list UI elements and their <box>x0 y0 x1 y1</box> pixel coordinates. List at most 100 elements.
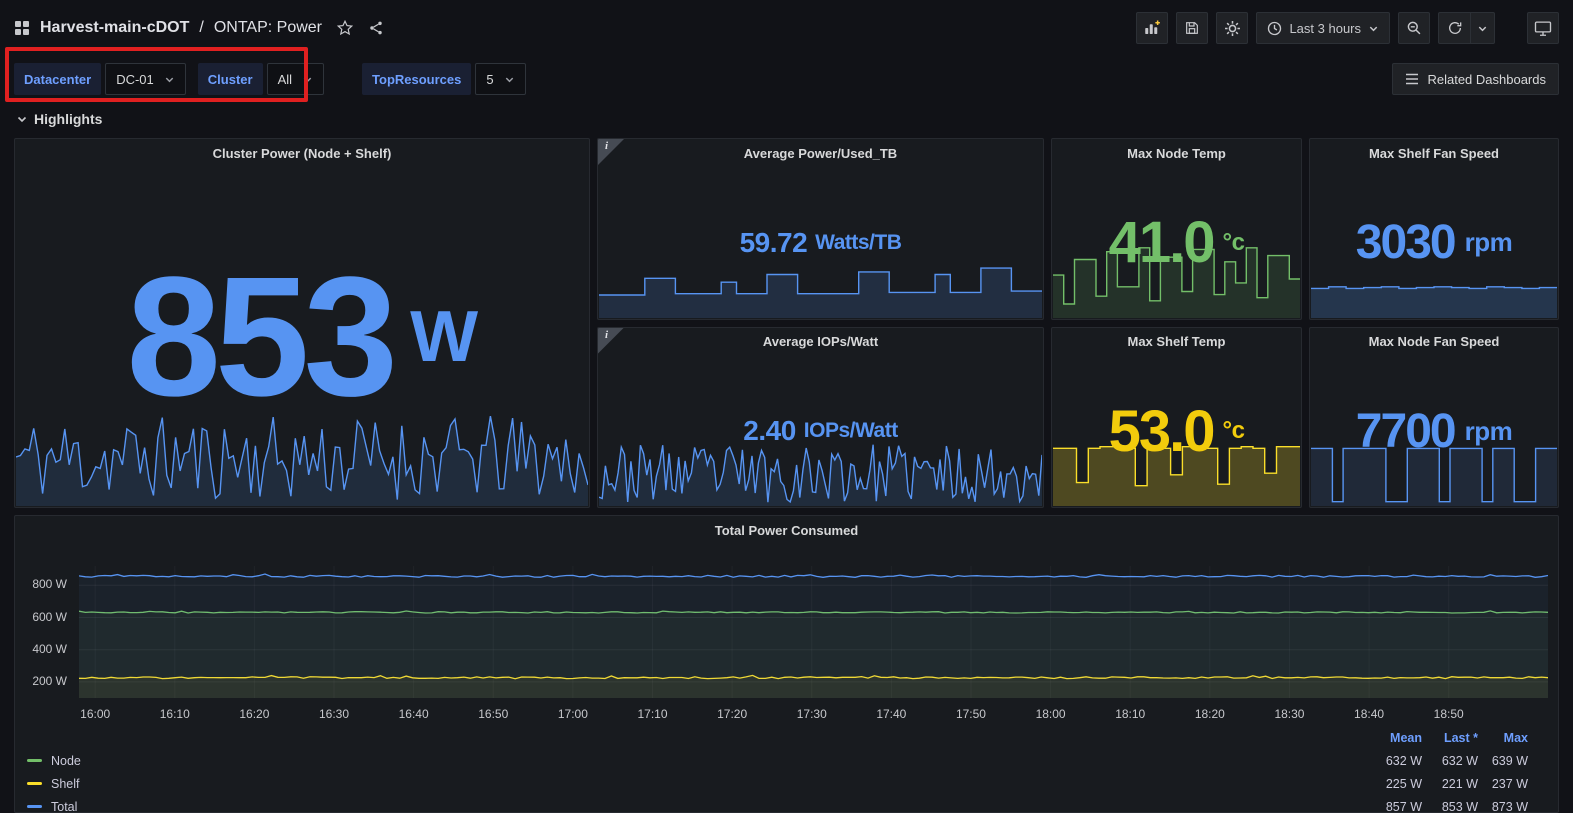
legend-col-last[interactable]: Last * <box>1422 731 1478 745</box>
stat-max-shelf-temp: 53.0 °c <box>1052 356 1301 508</box>
x-tick-label: 17:10 <box>637 707 668 721</box>
x-tick-label: 18:30 <box>1274 707 1305 721</box>
stat-unit: °c <box>1222 417 1245 445</box>
legend-series-shelf[interactable]: Shelf <box>27 777 1372 791</box>
legend-row-total: Total 857 W 853 W 873 W <box>27 795 1528 813</box>
x-tick-label: 16:50 <box>478 707 509 721</box>
panel-max-shelf-fan: Max Shelf Fan Speed 3030 rpm <box>1309 138 1559 320</box>
legend-header: Mean Last * Max <box>27 726 1528 749</box>
x-tick-label: 16:00 <box>80 707 111 721</box>
star-icon <box>336 19 354 36</box>
add-panel-button[interactable] <box>1136 12 1169 44</box>
save-icon <box>1186 22 1199 34</box>
panel-title-max-shelf-fan[interactable]: Max Shelf Fan Speed <box>1310 139 1558 167</box>
dashboard-settings-button[interactable] <box>1216 12 1249 44</box>
stats-column-fans: Max Shelf Fan Speed 3030 rpm Max Node Fa… <box>1309 138 1559 508</box>
total-power-plot[interactable] <box>78 566 1549 698</box>
time-range-picker[interactable]: Last 3 hours <box>1256 12 1390 44</box>
x-tick-label: 16:20 <box>239 707 270 721</box>
total-power-chart: 200 W 400 W 600 W 800 W 16:00 16:10 16:20 16:3… <box>23 566 1550 722</box>
row-header-highlights[interactable]: Highlights <box>0 102 1573 136</box>
x-tick-label: 18:40 <box>1354 707 1385 721</box>
breadcrumb-page-name: ONTAP: Power <box>213 19 322 36</box>
panel-max-node-temp: Max Node Temp 41.0 °c <box>1051 138 1302 320</box>
zoom-out-button[interactable] <box>1398 12 1430 44</box>
related-dashboards-button[interactable]: Related Dashboards <box>1392 63 1559 95</box>
list-icon <box>1406 73 1419 85</box>
breadcrumb-dashboard-name[interactable]: Harvest-main-cDOT <box>40 19 189 37</box>
panel-title-avg-power-tb[interactable]: Average Power/Used_TB <box>598 139 1043 167</box>
series-name: Total <box>51 799 78 813</box>
panel-title-max-node-fan[interactable]: Max Node Fan Speed <box>1310 328 1558 356</box>
stats-column-averages: i Average Power/Used_TB 59.72 Watts/TB i… <box>597 138 1044 508</box>
chevron-down-icon <box>17 116 27 123</box>
variable-topresources: TopResources 5 <box>362 63 526 95</box>
variable-datacenter-label: Datacenter <box>14 63 102 95</box>
top-bar: Harvest-main-cDOT / ONTAP: Power Last 3 … <box>0 0 1573 56</box>
share-icon <box>370 21 382 35</box>
legend-mean-value: 225 W <box>1385 776 1422 791</box>
x-tick-label: 17:20 <box>717 707 748 721</box>
panel-avg-power-tb: i Average Power/Used_TB 59.72 Watts/TB <box>597 138 1044 320</box>
panel-title-total-power[interactable]: Total Power Consumed <box>15 516 1558 544</box>
variable-bar: Datacenter DC-01 Cluster All TopResource… <box>0 56 1573 102</box>
variable-topresources-label: TopResources <box>362 63 472 95</box>
stat-value: 3030 <box>1355 216 1457 270</box>
monitor-icon <box>1534 20 1552 36</box>
legend-last-value: 632 W <box>1441 753 1478 768</box>
dashboards-grid-icon[interactable] <box>14 20 30 36</box>
panel-title-max-shelf-temp[interactable]: Max Shelf Temp <box>1052 328 1301 356</box>
variable-cluster-label: Cluster <box>197 63 263 95</box>
variable-datacenter-value: DC-01 <box>116 71 154 87</box>
chevron-down-icon <box>1478 26 1487 31</box>
x-tick-label: 17:40 <box>876 707 907 721</box>
save-dashboard-button[interactable] <box>1176 12 1209 44</box>
star-dashboard-button[interactable] <box>336 19 354 37</box>
stat-unit: W <box>410 297 478 377</box>
stat-max-shelf-fan: 3030 rpm <box>1310 167 1558 319</box>
x-tick-label: 17:00 <box>557 707 588 721</box>
legend-max-value: 237 W <box>1491 776 1528 791</box>
y-tick-label: 800 W <box>32 577 67 592</box>
panel-title-cluster-power[interactable]: Cluster Power (Node + Shelf) <box>15 139 589 167</box>
panel-cluster-power: Cluster Power (Node + Shelf) 853 W <box>14 138 590 508</box>
stat-unit: IOPs/Watt <box>803 419 898 443</box>
series-name: Shelf <box>51 776 80 791</box>
stat-value: 853 <box>126 242 398 432</box>
legend-series-total[interactable]: Total <box>27 799 1372 813</box>
legend-series-node[interactable]: Node <box>27 754 1372 768</box>
legend-row-shelf: Shelf 225 W 221 W 237 W <box>27 772 1528 795</box>
stat-unit: rpm <box>1464 227 1513 258</box>
legend-last-value: 853 W <box>1441 799 1478 813</box>
cycle-view-mode-button[interactable] <box>1527 12 1559 44</box>
share-dashboard-button[interactable] <box>368 20 384 36</box>
panel-total-power: Total Power Consumed 200 W 400 W 600 W 800 … <box>14 515 1559 813</box>
stats-grid: Cluster Power (Node + Shelf) 853 W i Ave… <box>14 138 1559 508</box>
series-color-dash <box>27 805 42 808</box>
legend-col-mean[interactable]: Mean <box>1372 731 1422 745</box>
refresh-icon <box>1448 22 1461 34</box>
x-tick-label: 18:50 <box>1433 707 1464 721</box>
chevron-down-icon <box>505 77 513 82</box>
panel-title-avg-iops-watt[interactable]: Average IOPs/Watt <box>598 328 1043 356</box>
x-tick-label: 18:10 <box>1115 707 1146 721</box>
variable-datacenter: Datacenter DC-01 <box>14 63 186 95</box>
series-color-dash <box>27 759 42 762</box>
row-title: Highlights <box>34 111 103 127</box>
legend-col-max[interactable]: Max <box>1478 731 1528 745</box>
panel-max-node-fan: Max Node Fan Speed 7700 rpm <box>1309 326 1559 508</box>
refresh-button[interactable] <box>1438 12 1470 44</box>
legend-max-value: 639 W <box>1491 753 1528 768</box>
legend-mean-value: 857 W <box>1385 799 1422 813</box>
total-power-x-axis: 16:00 16:10 16:20 16:30 16:40 16:50 17:00 17:10… <box>79 702 1548 722</box>
variable-cluster-dropdown[interactable]: All <box>266 63 325 95</box>
stat-value: 41.0 <box>1108 210 1216 276</box>
variable-datacenter-dropdown[interactable]: DC-01 <box>105 63 186 95</box>
panel-title-max-node-temp[interactable]: Max Node Temp <box>1052 139 1301 167</box>
variable-topresources-dropdown[interactable]: 5 <box>475 63 526 95</box>
refresh-interval-dropdown[interactable] <box>1470 12 1495 44</box>
legend-max-value: 873 W <box>1491 799 1528 813</box>
x-tick-label: 17:50 <box>955 707 986 721</box>
stat-max-node-fan: 7700 rpm <box>1310 356 1558 508</box>
panel-avg-iops-watt: i Average IOPs/Watt 2.40 IOPs/Watt <box>597 326 1044 508</box>
